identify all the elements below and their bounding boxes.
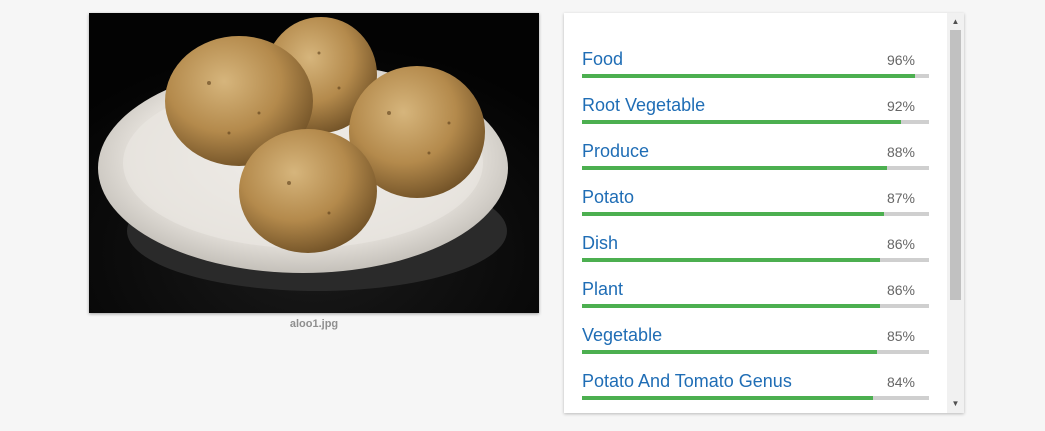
analyzed-image [89,13,539,313]
label-score: 85% [886,328,915,344]
label-name: Root Vegetable [582,95,706,115]
label-score: 86% [886,282,915,298]
vision-results-view: aloo1.jpg Food 96% Root Vegetable 92% Produc… [0,0,1045,431]
labels-panel[interactable]: Food 96% Root Vegetable 92% Produce 88% Potato… [564,13,964,413]
label-name: Potato [582,187,635,207]
label-row[interactable]: Root Vegetable 92% [582,69,929,124]
label-score: 96% [886,52,915,68]
label-name: Potato And Tomato Genus [582,371,792,391]
scroll-up-arrow-icon[interactable]: ▲ [947,15,964,29]
scroll-down-arrow-icon[interactable]: ▼ [947,397,964,411]
potatoes-photo [89,13,539,313]
labels-scrollbar[interactable]: ▲ ▼ [947,13,964,413]
label-name: Vegetable [582,325,663,345]
label-row[interactable]: Potato 87% [582,161,929,216]
image-filename: aloo1.jpg [289,318,339,330]
label-row[interactable]: Food 96% [582,23,929,78]
label-row[interactable]: Produce 88% [582,115,929,170]
label-row[interactable]: Plant 86% [582,253,929,308]
label-name: Plant [582,279,624,299]
label-name: Produce [582,141,650,161]
label-score: 92% [886,98,915,114]
label-name: Food [582,49,624,69]
label-row[interactable]: Potato And Tomato Genus 84% [582,345,929,400]
scroll-thumb[interactable] [950,30,961,300]
label-score: 87% [886,190,915,206]
label-score: 88% [886,144,915,160]
label-row[interactable]: Vegetable 85% [582,299,929,354]
label-score: 84% [886,374,915,390]
label-name: Dish [582,233,619,253]
label-row[interactable]: Dish 86% [582,207,929,262]
label-row[interactable]: Leaf Plant [582,391,929,413]
label-score: 86% [886,236,915,252]
